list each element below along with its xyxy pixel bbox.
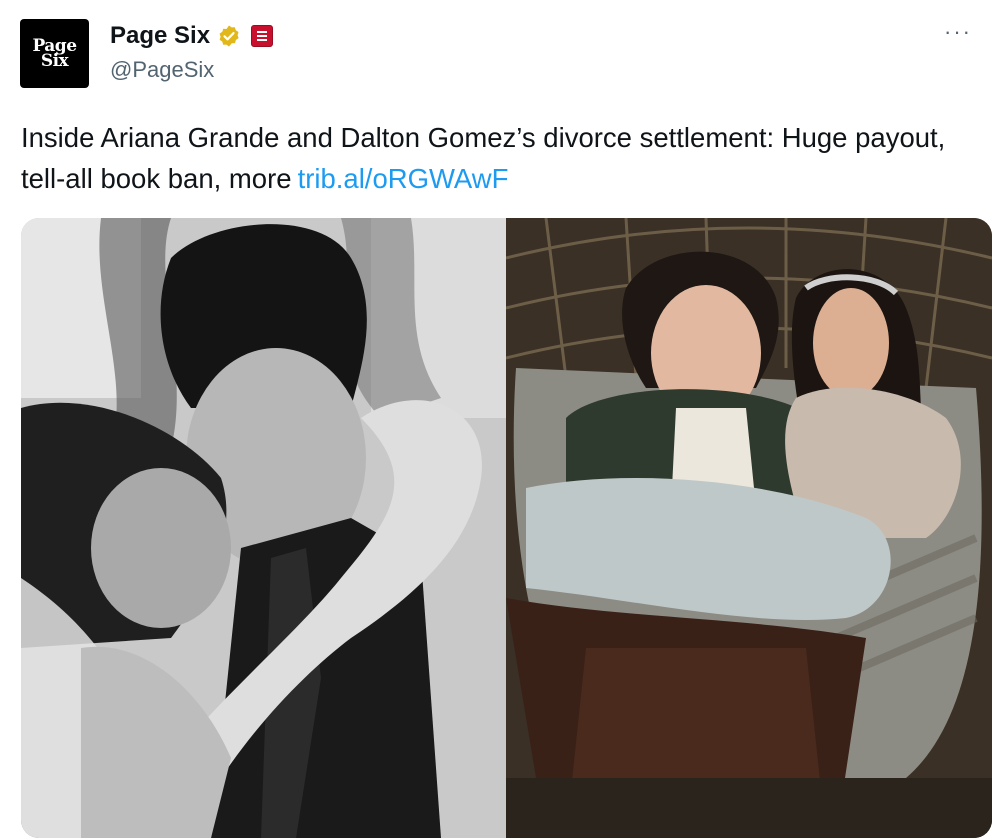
account-name[interactable]: Page Six [110,22,210,50]
more-options-icon[interactable]: ··· [944,21,972,43]
tweet-text: Inside Ariana Grande and Dalton Gomez’s … [21,117,971,199]
tweet-media[interactable] [21,218,992,838]
tweet-link[interactable]: trib.al/oRGWAwF [298,163,509,194]
wedding-photo-illustration [21,218,519,838]
wedding-photo[interactable] [21,218,519,838]
account-handle[interactable]: @PageSix [110,57,214,83]
avatar[interactable]: Page Six [20,19,89,88]
affiliation-badge-icon[interactable] [251,25,274,47]
couple-photo[interactable] [505,218,992,838]
avatar-text-line2: Six [40,50,69,71]
verified-badge-icon[interactable] [217,24,241,48]
account-name-row: Page Six [110,21,274,51]
couple-photo-illustration [505,218,992,838]
